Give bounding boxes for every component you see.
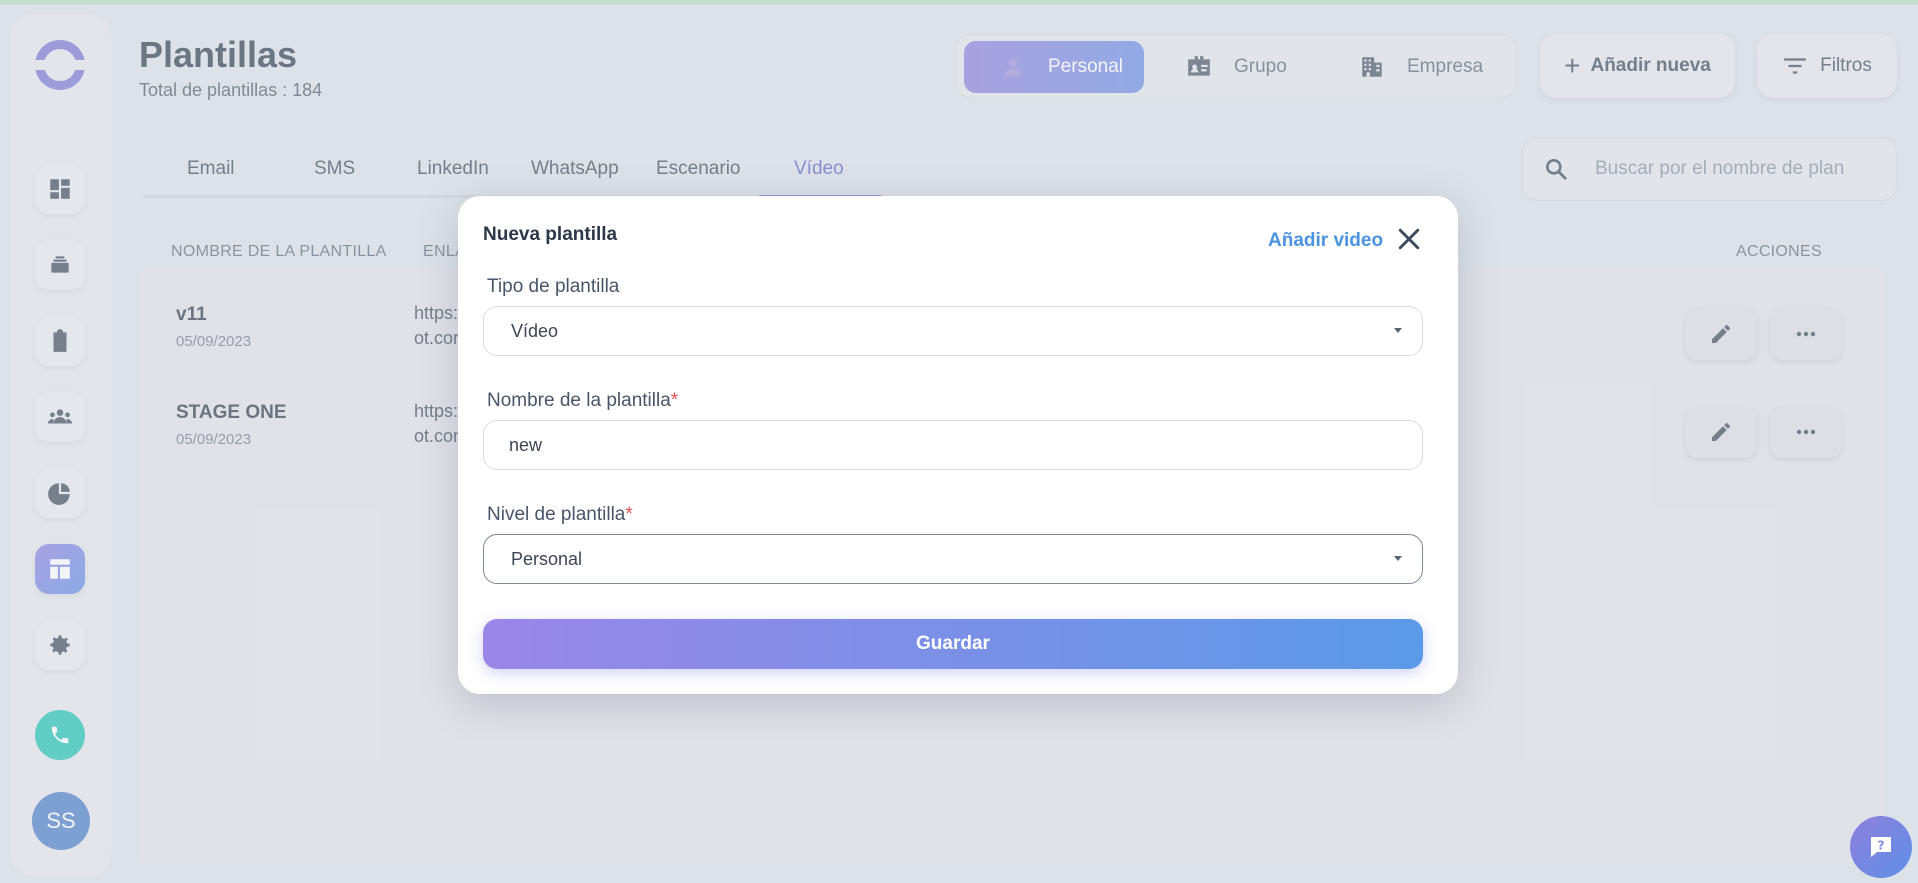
level-label: Nivel de plantilla* (487, 504, 633, 525)
name-label: Nombre de la plantilla* (487, 390, 679, 411)
add-video-link[interactable]: Añadir video (1268, 230, 1383, 252)
new-template-modal: Nueva plantilla Añadir video Tipo de pla… (458, 196, 1458, 694)
required-mark: * (670, 390, 679, 411)
type-label: Tipo de plantilla (487, 276, 620, 297)
chevron-down-icon (1394, 328, 1402, 333)
chevron-down-icon (1394, 556, 1402, 561)
required-mark: * (625, 504, 633, 525)
close-icon[interactable] (1394, 224, 1424, 254)
help-chat-button[interactable]: ? (1850, 816, 1912, 878)
template-name-input[interactable] (509, 434, 1389, 456)
template-type-select[interactable]: Vídeo (483, 306, 1423, 356)
save-button[interactable]: Guardar (483, 619, 1423, 669)
svg-text:?: ? (1877, 838, 1884, 853)
modal-title: Nueva plantilla (483, 224, 618, 245)
template-name-field (483, 420, 1423, 470)
help-chat-icon: ? (1871, 837, 1891, 857)
template-level-select[interactable]: Personal (483, 534, 1423, 584)
